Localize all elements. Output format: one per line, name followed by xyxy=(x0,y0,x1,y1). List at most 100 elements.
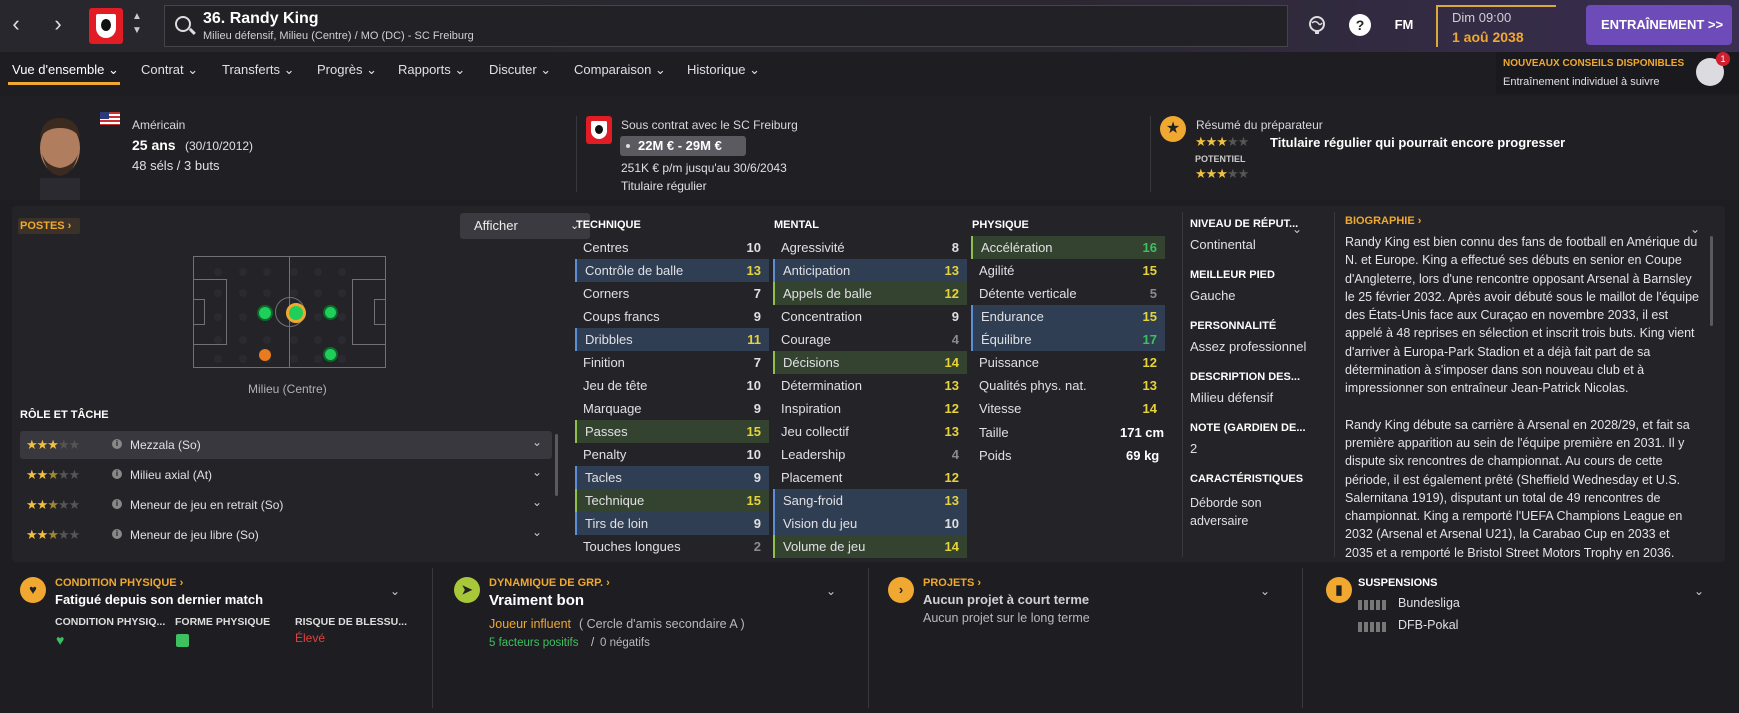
attribute-row[interactable]: Tacles 9 xyxy=(575,466,769,489)
role-row[interactable]: ★★★★★ i Mezzala (So) ⌄ xyxy=(20,431,552,459)
role-row[interactable]: ★★★★★ i Meneur de jeu en retrait (So) ⌄ xyxy=(20,491,552,519)
attribute-row[interactable]: Corners 7 xyxy=(575,282,769,305)
attribute-row[interactable]: Dribbles 11 xyxy=(575,328,769,351)
continue-button[interactable]: ENTRAÎNEMENT >> xyxy=(1586,5,1732,45)
role-row[interactable]: ★★★★★ i Meneur de jeu libre (So) ⌄ xyxy=(20,521,552,549)
fm-menu-button[interactable]: FM xyxy=(1390,14,1418,36)
display-dropdown[interactable]: Afficher ⌄ xyxy=(460,213,590,239)
condition-link[interactable]: CONDITION PHYSIQUE › xyxy=(55,577,183,589)
tab-contract[interactable]: Contrat ⌄ xyxy=(141,62,198,78)
position-dot-mcr[interactable] xyxy=(323,305,338,320)
player-header[interactable]: 36. Randy King Milieu défensif, Milieu (… xyxy=(164,5,1288,47)
attribute-row[interactable]: Centres 10 xyxy=(575,236,769,259)
attribute-name: Concentration xyxy=(781,309,862,324)
coach-summary: Titulaire régulier qui pourrait encore p… xyxy=(1270,135,1566,150)
player-switch-arrows[interactable]: ▲ ▼ xyxy=(130,10,144,38)
attribute-row[interactable]: Tirs de loin 9 xyxy=(575,512,769,535)
attribute-row[interactable]: Puissance 12 xyxy=(971,351,1165,374)
attribute-row[interactable]: Jeu collectif 13 xyxy=(773,420,967,443)
attribute-row[interactable]: Appels de balle 12 xyxy=(773,282,967,305)
attribute-row[interactable]: Technique 15 xyxy=(575,489,769,512)
position-dot-mc-selected[interactable] xyxy=(286,303,306,323)
player-portrait[interactable] xyxy=(24,108,96,200)
tab-comparison[interactable]: Comparaison ⌄ xyxy=(574,62,666,78)
attribute-row[interactable]: Touches longues 2 xyxy=(575,535,769,558)
attribute-row[interactable]: Passes 15 xyxy=(575,420,769,443)
chevron-down-icon[interactable]: ⌄ xyxy=(532,525,542,539)
attribute-row[interactable]: Sang-froid 13 xyxy=(773,489,967,512)
back-button[interactable]: ‹ xyxy=(4,10,28,38)
biography-link[interactable]: BIOGRAPHIE › xyxy=(1345,215,1421,227)
transfer-value[interactable]: 22M € - 29M € xyxy=(620,136,746,156)
tab-overview[interactable]: Vue d'ensemble ⌄ xyxy=(12,62,119,78)
position-dot-mdl[interactable] xyxy=(259,349,271,361)
attribute-row[interactable]: Concentration 9 xyxy=(773,305,967,328)
attribute-row[interactable]: Décisions 14 xyxy=(773,351,967,374)
info-icon[interactable]: i xyxy=(112,469,122,479)
attribute-row[interactable]: Accélération 16 xyxy=(971,236,1165,259)
attribute-value: 12 xyxy=(1142,355,1157,370)
attribute-row[interactable]: Leadership 4 xyxy=(773,443,967,466)
attribute-row[interactable]: Vision du jeu 10 xyxy=(773,512,967,535)
positions-link[interactable]: POSTES › xyxy=(20,220,71,232)
attribute-row[interactable]: Finition 7 xyxy=(575,351,769,374)
globe-icon[interactable] xyxy=(1306,14,1328,36)
chevron-down-icon[interactable]: ⌄ xyxy=(532,465,542,479)
forward-button[interactable]: › xyxy=(46,10,70,38)
attribute-row[interactable]: Volume de jeu 14 xyxy=(773,535,967,558)
tab-discuss[interactable]: Discuter ⌄ xyxy=(489,62,551,78)
tab-reports[interactable]: Rapports ⌄ xyxy=(398,62,465,78)
attribute-row[interactable]: Courage 4 xyxy=(773,328,967,351)
info-icon[interactable]: i xyxy=(112,499,122,509)
potential-label: POTENTIEL xyxy=(1195,154,1246,164)
club-crest-icon[interactable] xyxy=(89,8,123,44)
position-dot-mcl[interactable] xyxy=(257,305,273,321)
attribute-row[interactable]: Contrôle de balle 13 xyxy=(575,259,769,282)
biography-scrollbar[interactable] xyxy=(1710,236,1713,326)
search-icon[interactable] xyxy=(175,16,191,32)
attribute-row[interactable]: Coups francs 9 xyxy=(575,305,769,328)
gk-rating-value: 2 xyxy=(1190,441,1198,456)
attribute-row[interactable]: Qualités phys. nat. 13 xyxy=(971,374,1165,397)
chevron-down-icon[interactable]: ⌄ xyxy=(390,584,400,598)
attribute-row[interactable]: Penalty 10 xyxy=(575,443,769,466)
pitch-slot xyxy=(263,336,271,344)
attribute-row[interactable]: Jeu de tête 10 xyxy=(575,374,769,397)
attribute-value: 7 xyxy=(753,286,761,301)
suspensions-label: SUSPENSIONS xyxy=(1358,577,1438,589)
attribute-value: 9 xyxy=(753,516,761,531)
attribute-row[interactable]: Équilibre 17 xyxy=(971,328,1165,351)
chevron-down-icon[interactable]: ⌄ xyxy=(1694,584,1704,598)
help-icon[interactable]: ? xyxy=(1349,14,1371,36)
attribute-row[interactable]: Endurance 15 xyxy=(971,305,1165,328)
attribute-row[interactable]: Détermination 13 xyxy=(773,374,967,397)
attribute-value: 10 xyxy=(746,240,761,255)
attribute-row[interactable]: Marquage 9 xyxy=(575,397,769,420)
projects-link[interactable]: PROJETS › xyxy=(923,577,981,589)
tab-history[interactable]: Historique ⌄ xyxy=(687,62,760,78)
attribute-row[interactable]: Agressivité 8 xyxy=(773,236,967,259)
info-icon[interactable]: i xyxy=(112,529,122,539)
role-row[interactable]: ★★★★★ i Milieu axial (At) ⌄ xyxy=(20,461,552,489)
tab-transfers[interactable]: Transferts ⌄ xyxy=(222,62,295,78)
chevron-down-icon[interactable]: ⌄ xyxy=(1260,584,1270,598)
dynamics-link[interactable]: DYNAMIQUE DE GRP. › xyxy=(489,577,610,589)
roles-scrollbar[interactable] xyxy=(555,434,558,496)
attribute-row[interactable]: Détente verticale 5 xyxy=(971,282,1165,305)
chevron-down-icon[interactable]: ⌄ xyxy=(826,584,836,598)
info-icon[interactable]: i xyxy=(112,439,122,449)
attribute-row[interactable]: Agilité 15 xyxy=(971,259,1165,282)
chevron-down-icon[interactable]: ⌄ xyxy=(532,495,542,509)
injury-risk-label: RISQUE DE BLESSU... xyxy=(295,616,408,628)
advice-notification[interactable]: NOUVEAUX CONSEILS DISPONIBLES Entraîneme… xyxy=(1496,52,1739,94)
attribute-row[interactable]: Inspiration 12 xyxy=(773,397,967,420)
tab-progress[interactable]: Progrès ⌄ xyxy=(317,62,377,78)
chevron-down-icon[interactable]: ⌄ xyxy=(1292,222,1302,236)
position-dot-mdr[interactable] xyxy=(323,347,338,362)
chevron-down-icon[interactable]: ⌄ xyxy=(532,435,542,449)
attribute-row[interactable]: Vitesse 14 xyxy=(971,397,1165,420)
attribute-name: Passes xyxy=(585,424,628,439)
attribute-row[interactable]: Placement 12 xyxy=(773,466,967,489)
attribute-row[interactable]: Anticipation 13 xyxy=(773,259,967,282)
attribute-value: 15 xyxy=(1142,309,1157,324)
